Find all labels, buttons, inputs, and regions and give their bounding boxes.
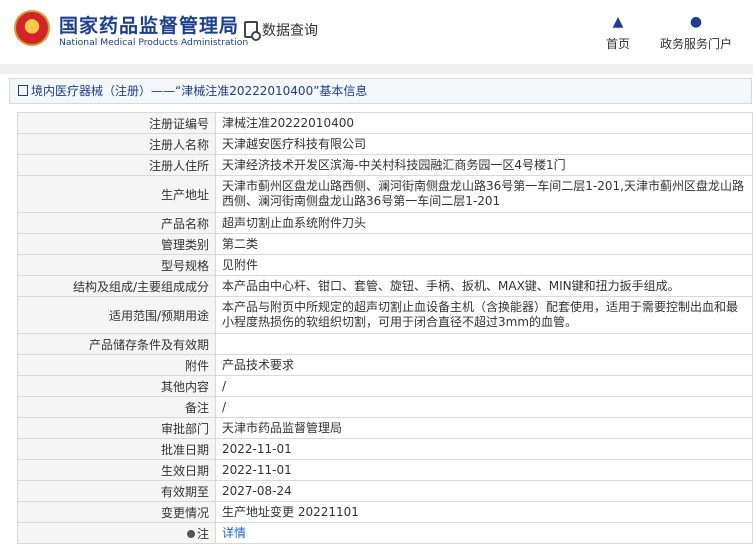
row-key: 型号规格	[17, 254, 216, 276]
row-value: 生产地址变更 20221101	[215, 501, 753, 523]
row-key: 注册证编号	[17, 112, 216, 134]
table-row: 注册证编号 津械注准20222010400	[17, 112, 753, 134]
table-row: 附件 产品技术要求	[17, 354, 753, 376]
row-key: 备注	[17, 396, 216, 418]
row-key: 注册人名称	[17, 133, 216, 155]
row-key: 管理类别	[17, 233, 216, 255]
table-row: 备注 /	[17, 396, 753, 418]
table-row: 结构及组成/主要组成成分 本产品由中心杆、钳口、套管、旋钮、手柄、扳机、MAX键、…	[17, 275, 753, 297]
brand-title[interactable]: 国家药品监督管理局	[59, 11, 239, 38]
row-value: 2027-08-24	[215, 480, 753, 502]
row-value	[215, 333, 753, 355]
row-value: 第二类	[215, 233, 753, 255]
row-key: 审批部门	[17, 417, 216, 439]
row-key: 批准日期	[17, 438, 216, 460]
breadcrumb: 境内医疗器械（注册）——“津械注准20222010400”基本信息	[9, 78, 752, 104]
brand-subtitle: National Medical Products Administration	[59, 37, 249, 48]
table-row: 注册人住所 天津经济技术开发区滨海-中关村科技园融汇商务园一区4号楼1门	[17, 154, 753, 176]
row-key: 其他内容	[17, 375, 216, 397]
row-value: 天津市蓟州区盘龙山路西侧、澜河街南侧盘龙山路36号第一车间二层1-201,天津市…	[215, 175, 753, 213]
row-key: 产品储存条件及有效期	[17, 333, 216, 355]
row-key: 附件	[17, 354, 216, 376]
row-value: 详情	[215, 522, 753, 544]
site-header: ★ 国家药品监督管理局 National Medical Products Ad…	[0, 0, 753, 64]
row-key: 生效日期	[17, 459, 216, 481]
table-row: 生产地址 天津市蓟州区盘龙山路西侧、澜河街南侧盘龙山路36号第一车间二层1-201…	[17, 175, 753, 213]
table-row: 注册人名称 天津越安医疗科技有限公司	[17, 133, 753, 155]
table-row: 有效期至 2027-08-24	[17, 480, 753, 502]
row-value: 产品技术要求	[215, 354, 753, 376]
table-row: 生效日期 2022-11-01	[17, 459, 753, 481]
nav-home[interactable]: ▲ 首页	[606, 14, 630, 52]
nav-service-portal-label: 政务服务门户	[660, 37, 733, 51]
row-value: 津械注准20222010400	[215, 112, 753, 134]
row-key: 结构及组成/主要组成成分	[17, 275, 216, 297]
row-value: 本产品与附页中所规定的超声切割止血设备主机（含换能器）配套使用，适用于需要控制出…	[215, 296, 753, 334]
row-value: 2022-11-01	[215, 459, 753, 481]
row-key: 变更情况	[17, 501, 216, 523]
table-row: 批准日期 2022-11-01	[17, 438, 753, 460]
header-divider-band	[0, 64, 753, 74]
detail-table: 注册证编号 津械注准20222010400 注册人名称 天津越安医疗科技有限公司 注…	[17, 112, 753, 544]
row-value: /	[215, 396, 753, 418]
table-row: 审批部门 天津市药品监督管理局	[17, 417, 753, 439]
row-key: 注	[17, 522, 216, 544]
table-row: 注 详情	[17, 522, 753, 544]
row-value: 2022-11-01	[215, 438, 753, 460]
table-row: 产品名称 超声切割止血系统附件刀头	[17, 212, 753, 234]
table-row: 适用范围/预期用途 本产品与附页中所规定的超声切割止血设备主机（含换能器）配套使用…	[17, 296, 753, 334]
row-key: 注册人住所	[17, 154, 216, 176]
user-icon: ●	[689, 14, 703, 30]
note-bullet-icon	[186, 529, 195, 538]
row-key: 有效期至	[17, 480, 216, 502]
home-icon: ▲	[612, 14, 624, 30]
row-value: 见附件	[215, 254, 753, 276]
row-value: 超声切割止血系统附件刀头	[215, 212, 753, 234]
document-search-icon	[244, 21, 261, 41]
table-row: 产品储存条件及有效期	[17, 333, 753, 355]
breadcrumb-text: 境内医疗器械（注册）——“津械注准20222010400”基本信息	[31, 84, 368, 98]
table-row: 型号规格 见附件	[17, 254, 753, 276]
row-key: 产品名称	[17, 212, 216, 234]
document-icon	[18, 85, 28, 96]
table-row: 变更情况 生产地址变更 20221101	[17, 501, 753, 523]
row-value: 天津越安医疗科技有限公司	[215, 133, 753, 155]
nav-service-portal[interactable]: ● 政务服务门户	[660, 14, 732, 52]
row-value: 天津市药品监督管理局	[215, 417, 753, 439]
data-query-link[interactable]: 数据查询	[244, 20, 318, 41]
note-key-label: 注	[196, 526, 209, 541]
nav-home-label: 首页	[606, 37, 631, 51]
details-link[interactable]: 详情	[222, 526, 246, 540]
row-key: 生产地址	[17, 175, 216, 213]
row-value: 天津经济技术开发区滨海-中关村科技园融汇商务园一区4号楼1门	[215, 154, 753, 176]
row-value: /	[215, 375, 753, 397]
data-query-label: 数据查询	[262, 23, 318, 39]
table-row: 管理类别 第二类	[17, 233, 753, 255]
row-key: 适用范围/预期用途	[17, 296, 216, 334]
row-value: 本产品由中心杆、钳口、套管、旋钮、手柄、扳机、MAX键、MIN键和扭力扳手组成。	[215, 275, 753, 297]
emblem-logo: ★	[14, 10, 50, 46]
table-row: 其他内容 /	[17, 375, 753, 397]
